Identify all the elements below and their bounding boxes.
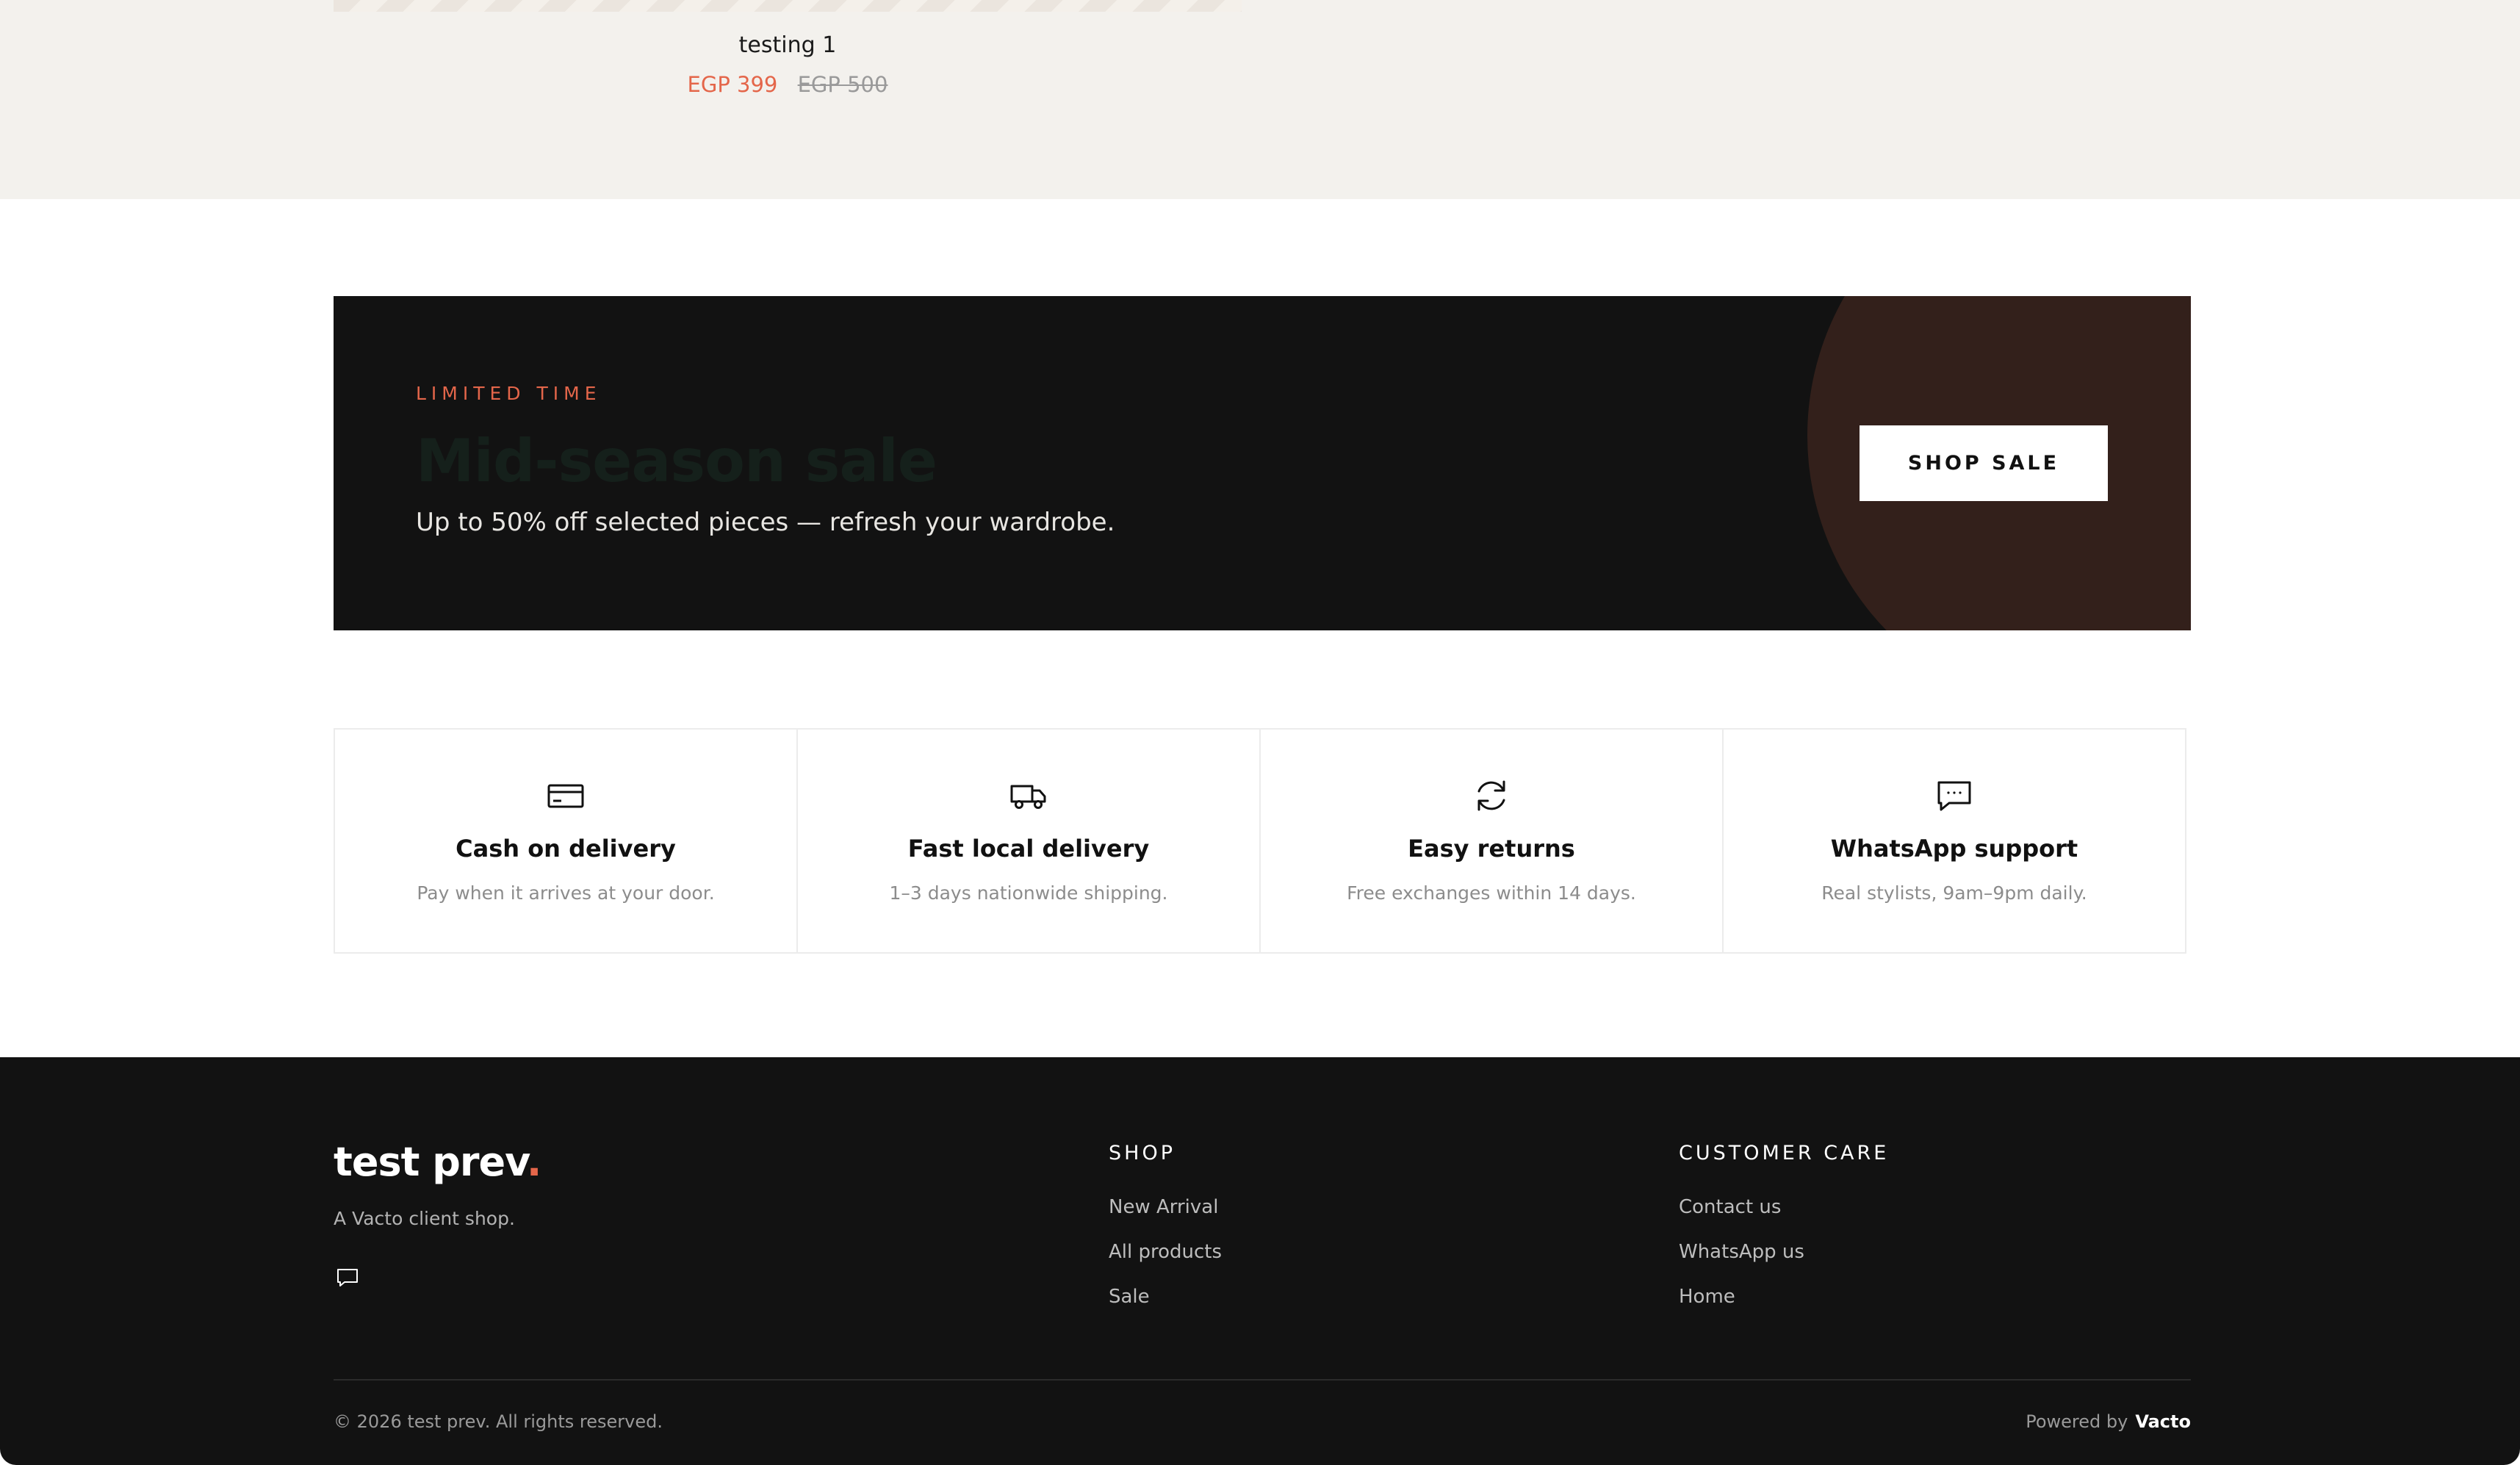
product-image[interactable] <box>334 0 1242 12</box>
feature-description: Pay when it arrives at your door. <box>417 882 715 904</box>
feature-title: Easy returns <box>1408 835 1575 863</box>
compare-price: EGP 500 <box>797 72 888 97</box>
powered-by-brand-link[interactable]: Vacto <box>2135 1411 2191 1432</box>
footer-care-links: Contact us WhatsApp us Home <box>1679 1194 1804 1328</box>
chat-icon <box>1934 775 1975 816</box>
footer-link-sale[interactable]: Sale <box>1109 1284 1222 1328</box>
footer-shop-heading: SHOP <box>1109 1142 1176 1165</box>
footer-shop-links: New Arrival All products Sale <box>1109 1194 1222 1328</box>
sale-price: EGP 399 <box>687 72 778 97</box>
refresh-icon <box>1471 775 1512 816</box>
footer-link-home[interactable]: Home <box>1679 1284 1804 1328</box>
feature-description: Real stylists, 9am–9pm daily. <box>1821 882 2087 904</box>
credit-card-icon <box>545 775 586 816</box>
site-footer: test prev. A Vacto client shop. SHOP New… <box>0 1057 2520 1465</box>
promo-banner: LIMITED TIME Mid-season sale Up to 50% o… <box>334 296 2191 630</box>
promo-title: Mid-season sale <box>416 427 937 495</box>
product-card[interactable]: testing 1 EGP 399 EGP 500 <box>334 0 1242 199</box>
feature-title: Cash on delivery <box>456 835 676 863</box>
footer-link-new-arrival[interactable]: New Arrival <box>1109 1194 1222 1239</box>
promo-eyebrow: LIMITED TIME <box>416 383 602 404</box>
footer-divider <box>334 1379 2191 1381</box>
footer-link-whatsapp-us[interactable]: WhatsApp us <box>1679 1239 1804 1284</box>
product-section: testing 1 EGP 399 EGP 500 <box>0 0 2520 199</box>
feature-title: WhatsApp support <box>1830 835 2078 863</box>
feature-description: Free exchanges within 14 days. <box>1347 882 1636 904</box>
brand-name: test prev <box>334 1139 528 1185</box>
footer-link-contact-us[interactable]: Contact us <box>1679 1194 1804 1239</box>
feature-title: Fast local delivery <box>907 835 1150 863</box>
footer-logo[interactable]: test prev. <box>334 1139 541 1185</box>
shop-sale-button[interactable]: SHOP SALE <box>1860 425 2108 501</box>
feature-card: Fast local delivery 1–3 days nationwide … <box>796 728 1261 954</box>
footer-care-heading: CUSTOMER CARE <box>1679 1142 1890 1165</box>
feature-card: Cash on delivery Pay when it arrives at … <box>334 728 798 954</box>
footer-link-all-products[interactable]: All products <box>1109 1239 1222 1284</box>
promo-subtitle: Up to 50% off selected pieces — refresh … <box>416 508 1115 537</box>
chat-icon[interactable] <box>335 1265 360 1290</box>
brand-dot: . <box>526 1139 541 1185</box>
truck-icon <box>1008 775 1049 816</box>
product-name[interactable]: testing 1 <box>334 32 1242 58</box>
price-row: EGP 399 EGP 500 <box>334 72 1242 97</box>
feature-card: Easy returns Free exchanges within 14 da… <box>1259 728 1724 954</box>
feature-card: WhatsApp support Real stylists, 9am–9pm … <box>1722 728 2186 954</box>
feature-description: 1–3 days nationwide shipping. <box>889 882 1168 904</box>
powered-by: Powered by Vacto <box>2026 1411 2191 1432</box>
page: testing 1 EGP 399 EGP 500 LIMITED TIME M… <box>0 0 2520 1465</box>
powered-by-label: Powered by <box>2026 1411 2128 1432</box>
copyright-text: © 2026 test prev. All rights reserved. <box>334 1411 663 1432</box>
features-grid: Cash on delivery Pay when it arrives at … <box>334 728 2191 954</box>
footer-tagline: A Vacto client shop. <box>334 1208 515 1229</box>
